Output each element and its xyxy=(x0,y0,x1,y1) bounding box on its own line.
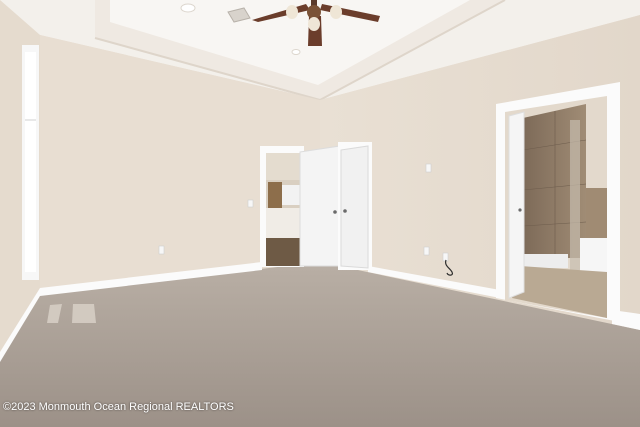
door-handle-right xyxy=(343,209,347,213)
photo-watermark: ©2023 Monmouth Ocean Regional REALTORS xyxy=(3,401,234,413)
shower-bench xyxy=(523,254,568,268)
recessed-light xyxy=(180,3,196,13)
wall-outlet xyxy=(442,252,449,262)
wall-switch xyxy=(247,199,254,208)
bedroom-photo: ©2023 Monmouth Ocean Regional REALTORS xyxy=(0,0,640,427)
wall-outlet xyxy=(158,245,165,255)
bathroom-vanity-wall xyxy=(586,188,607,238)
door-handle-left xyxy=(333,210,337,214)
wall-outlet xyxy=(423,246,430,256)
bathroom-door-handle xyxy=(518,208,522,212)
shower-glass xyxy=(570,120,580,270)
wall-switch xyxy=(425,163,432,173)
recessed-light xyxy=(291,49,301,55)
door-right-leaf xyxy=(340,145,369,269)
bathroom-door-leaf xyxy=(508,111,525,299)
bathtub xyxy=(580,238,607,272)
door-left-leaf xyxy=(299,145,341,267)
room-illustration xyxy=(0,0,640,427)
left-window-glass xyxy=(25,52,36,272)
